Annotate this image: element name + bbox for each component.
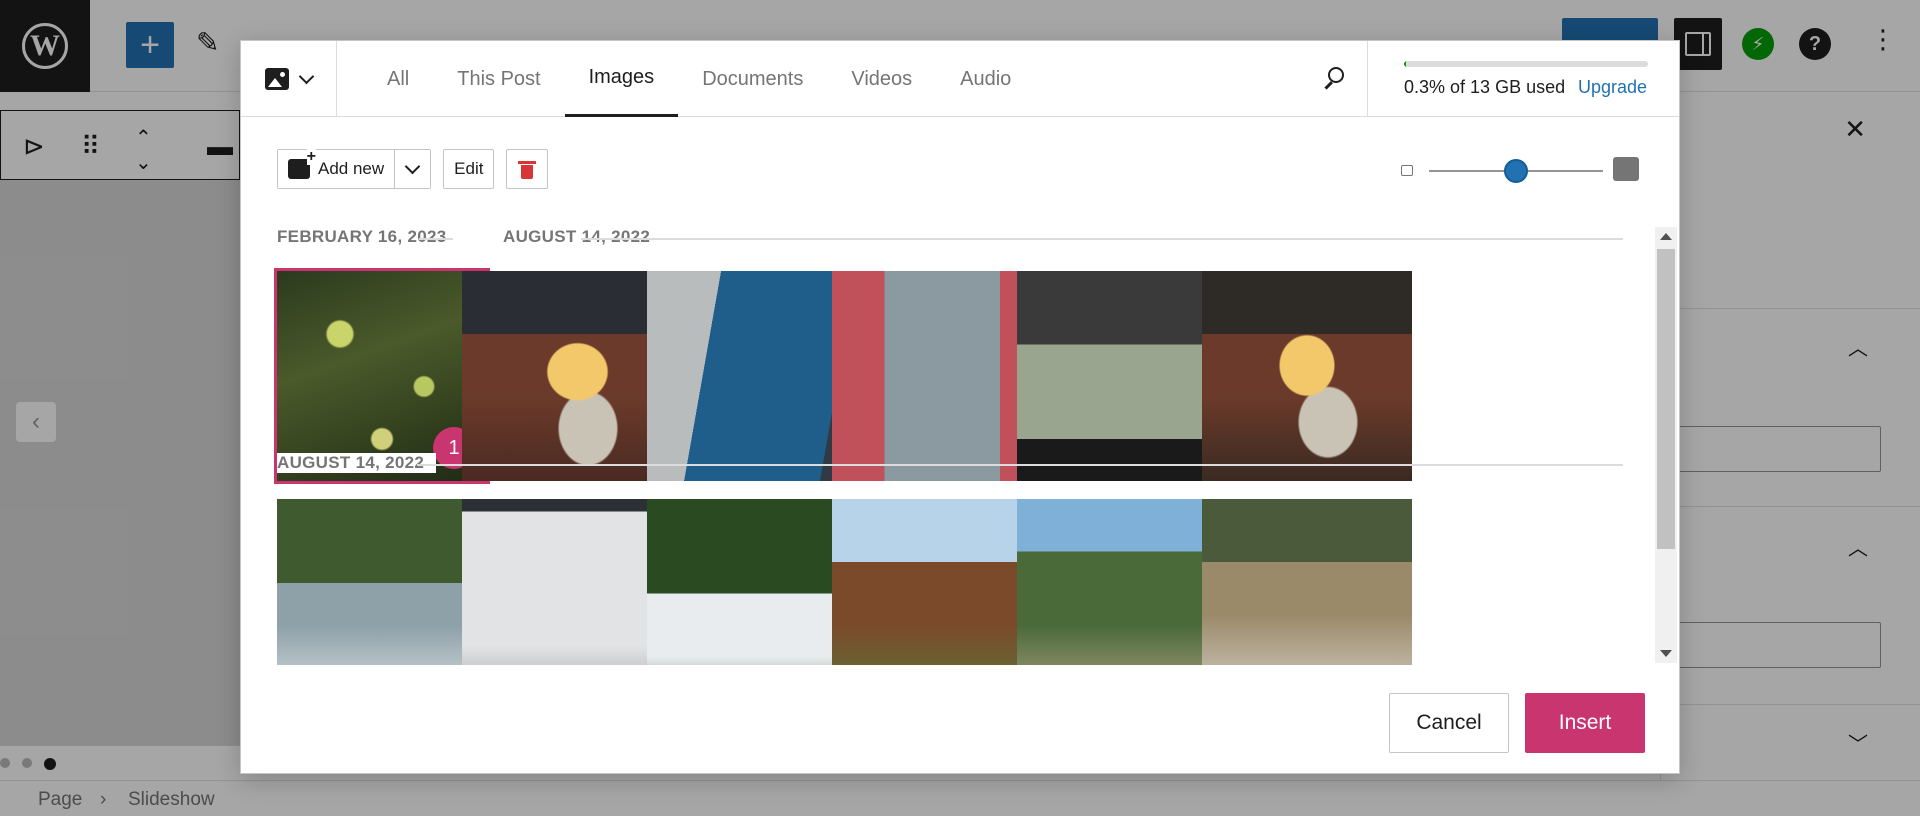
modal-footer: Cancel Insert [241,665,1679,773]
media-thumbnail[interactable] [647,271,857,481]
slider-thumb[interactable] [1504,159,1528,183]
media-thumbnail[interactable] [1017,271,1227,481]
image-icon [265,68,289,90]
modal-header: All This Post Images Documents Videos Audio 0… [241,41,1679,117]
edit-button[interactable]: Edit [443,149,495,189]
media-grid: FEBRUARY 16, 2023 AUGUST 14, 2022 1 AUGUST … [241,221,1661,703]
tab-all[interactable]: All [363,41,433,117]
date-header: AUGUST 14, 2022 [503,227,663,247]
date-header: FEBRUARY 16, 2023 [277,227,459,247]
date-divider [419,238,453,240]
tab-this-post[interactable]: This Post [433,41,564,117]
date-divider [417,464,1623,466]
media-filter-tabs: All This Post Images Documents Videos Audio [363,41,1035,117]
storage-text: 0.3% of 13 GB used [1404,77,1566,97]
thumbnail-size-slider[interactable] [1401,153,1641,187]
tab-videos[interactable]: Videos [827,41,936,117]
search-icon[interactable] [1321,65,1349,93]
add-image-icon [288,149,316,179]
small-image-icon [1401,165,1413,176]
trash-icon [518,159,537,179]
storage-usage: 0.3% of 13 GB used Upgrade [1367,41,1679,117]
upgrade-link[interactable]: Upgrade [1578,77,1647,98]
insert-button[interactable]: Insert [1525,693,1645,753]
scroll-up-arrow[interactable] [1660,233,1672,240]
media-library-modal: All This Post Images Documents Videos Audio 0… [240,40,1680,774]
scrollbar-handle[interactable] [1657,249,1675,549]
tab-documents[interactable]: Documents [678,41,827,117]
chevron-down-icon [298,68,315,84]
media-thumbnail[interactable]: 1 [274,268,490,484]
date-header: AUGUST 14, 2022 [277,453,437,473]
tab-audio[interactable]: Audio [936,41,1035,117]
add-new-options-button[interactable] [395,150,431,188]
delete-button[interactable] [506,149,549,189]
date-divider [581,238,1623,240]
add-new-button[interactable]: Add new [278,149,395,188]
media-toolbar: Add new Edit [277,149,549,189]
add-new-group: Add new [277,149,432,189]
grid-scrollbar[interactable] [1655,227,1677,663]
add-new-label: Add new [318,159,385,178]
chevron-down-icon [404,158,421,174]
media-thumbnail[interactable] [1202,271,1412,481]
media-thumbnail[interactable] [832,271,1042,481]
large-image-icon [1613,157,1639,181]
media-type-dropdown[interactable] [241,41,337,117]
media-thumbnail[interactable] [462,271,672,481]
cancel-button[interactable]: Cancel [1389,693,1509,753]
storage-progress-bar [1404,61,1648,67]
scroll-down-arrow[interactable] [1660,650,1672,657]
tab-images[interactable]: Images [564,41,679,117]
